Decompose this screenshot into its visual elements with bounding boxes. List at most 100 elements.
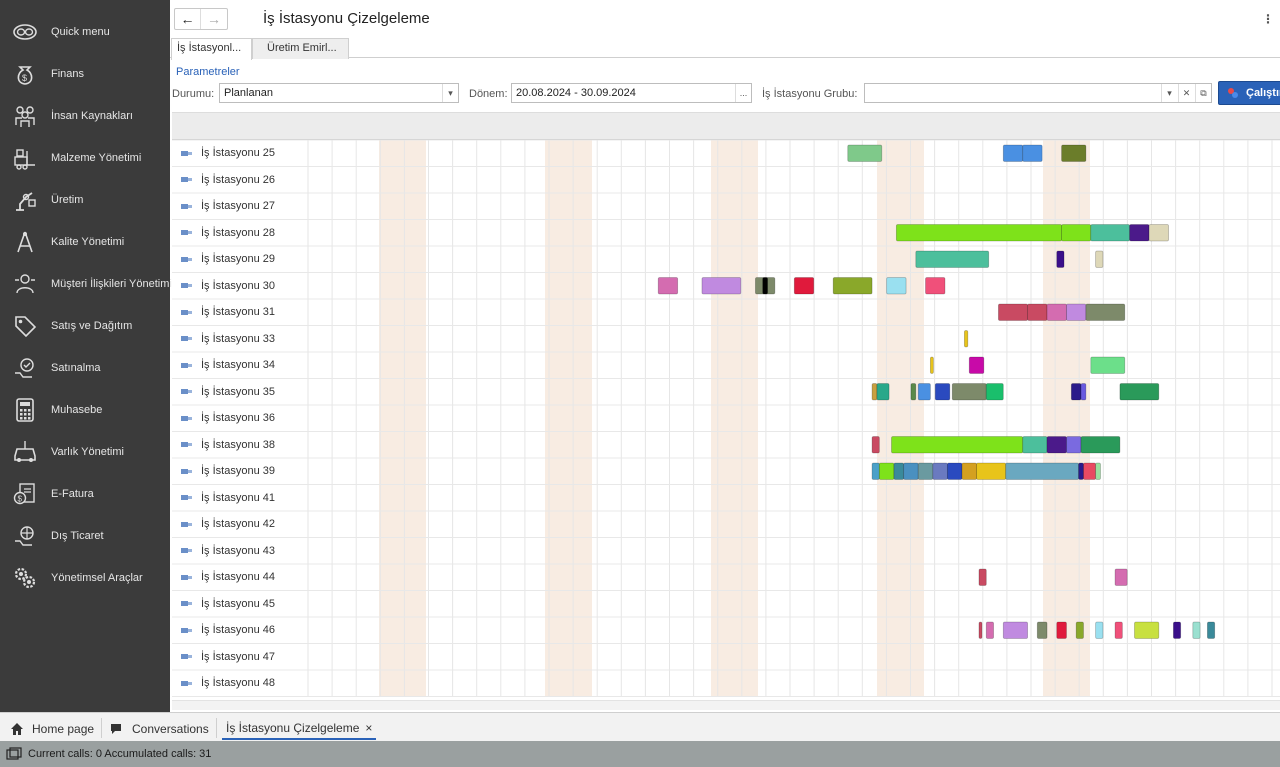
gantt-task-bar[interactable]	[1095, 250, 1104, 268]
sidebar-item-forklift[interactable]: Malzeme Yönetimi	[0, 137, 170, 179]
gantt-task-bar[interactable]	[1080, 436, 1121, 454]
sidebar-item-globe-hand[interactable]: Dış Ticaret	[0, 515, 170, 557]
gantt-task-bar[interactable]	[968, 356, 985, 374]
period-picker-button[interactable]: ...	[735, 84, 751, 102]
sidebar-item-purchase[interactable]: Satınalma	[0, 347, 170, 389]
gantt-task-bar[interactable]	[1090, 356, 1126, 374]
close-icon[interactable]: ×	[365, 721, 372, 735]
sidebar-item-compass[interactable]: Kalite Yönetimi	[0, 221, 170, 263]
gantt-task-bar[interactable]	[932, 462, 948, 480]
gantt-task-bar[interactable]	[1095, 462, 1101, 480]
gantt-task-bar[interactable]	[1172, 621, 1182, 639]
gantt-task-bar[interactable]	[871, 462, 880, 480]
gantt-task-bar[interactable]	[1080, 383, 1087, 401]
gantt-task-bar[interactable]	[1192, 621, 1201, 639]
gantt-task-bar[interactable]	[951, 383, 987, 401]
gantt-task-bar[interactable]	[915, 250, 990, 268]
sidebar-item-gears[interactable]: Yönetimsel Araçlar	[0, 557, 170, 599]
home-tab[interactable]: Home page	[10, 718, 94, 740]
gantt-task-bar[interactable]	[1036, 621, 1048, 639]
gantt-task-bar[interactable]	[1090, 224, 1131, 242]
gantt-task-bar[interactable]	[847, 144, 883, 162]
period-field[interactable]: 20.08.2024 - 30.09.2024 ...	[511, 83, 752, 103]
gantt-task-bar[interactable]	[964, 330, 969, 348]
sidebar-item-invoice[interactable]: $ E-Fatura	[0, 473, 170, 515]
conversations-tab[interactable]: Conversations	[110, 718, 209, 740]
gantt-task-bar[interactable]	[910, 383, 917, 401]
gantt-task-bar[interactable]	[946, 462, 963, 480]
gantt-task-bar[interactable]	[891, 436, 1024, 454]
gantt-task-bar[interactable]	[917, 462, 934, 480]
gantt-task-bar[interactable]	[976, 462, 1007, 480]
gantt-task-bar[interactable]	[878, 462, 895, 480]
gantt-task-bar[interactable]	[1134, 621, 1160, 639]
gantt-task-bar[interactable]	[1119, 383, 1160, 401]
gantt-task-bar[interactable]	[929, 356, 934, 374]
gantt-task-bar[interactable]	[893, 462, 905, 480]
gantt-task-bar[interactable]	[1114, 568, 1128, 586]
forward-button[interactable]: →	[201, 9, 227, 29]
gantt-task-bar[interactable]	[871, 383, 878, 401]
gantt-task-bar[interactable]	[1061, 144, 1087, 162]
gantt-task-bar[interactable]	[978, 568, 987, 586]
gantt-task-bar[interactable]	[1114, 621, 1123, 639]
gantt-task-bar[interactable]	[1066, 303, 1087, 321]
lookup-icon[interactable]: ⧉	[1195, 84, 1211, 102]
gantt-task-bar[interactable]	[1056, 621, 1067, 639]
gantt-task-bar[interactable]	[903, 462, 919, 480]
more-options-icon[interactable]: ⋮	[1262, 12, 1274, 26]
active-page-tab[interactable]: İş İstasyonu Çizelgeleme ×	[222, 718, 377, 740]
gantt-task-bar[interactable]	[1070, 383, 1082, 401]
gantt-task-bar[interactable]	[1095, 621, 1104, 639]
gantt-task-bar[interactable]	[1078, 462, 1084, 480]
group-field[interactable]: ▾ ✕ ⧉	[864, 83, 1212, 103]
gantt-task-bar[interactable]	[876, 383, 890, 401]
gantt-task-bar[interactable]	[998, 303, 1028, 321]
gantt-task-bar[interactable]	[1005, 462, 1080, 480]
clear-icon[interactable]: ✕	[1178, 84, 1194, 102]
tab-production-orders[interactable]: Üretim Emirl...	[252, 38, 349, 59]
gantt-task-bar[interactable]	[1083, 462, 1097, 480]
gantt-task-bar[interactable]	[657, 277, 679, 295]
gantt-task-bar[interactable]	[762, 277, 768, 295]
gantt-task-bar[interactable]	[978, 621, 983, 639]
gantt-task-bar[interactable]	[1022, 144, 1043, 162]
gantt-task-bar[interactable]	[1046, 436, 1067, 454]
gantt-task-bar[interactable]	[871, 436, 880, 454]
gantt-task-bar[interactable]	[1027, 303, 1048, 321]
gantt-task-bar[interactable]	[1085, 303, 1126, 321]
sidebar-item-tag[interactable]: Satış ve Dağıtım	[0, 305, 170, 347]
gantt-task-bar[interactable]	[1207, 621, 1216, 639]
gantt-task-bar[interactable]	[793, 277, 815, 295]
gantt-task-bar[interactable]	[934, 383, 951, 401]
gantt-task-bar[interactable]	[1002, 621, 1028, 639]
sidebar-item-robot-arm[interactable]: Üretim	[0, 179, 170, 221]
gantt-task-bar[interactable]	[985, 621, 994, 639]
sidebar-item-quick-menu[interactable]: Quick menu	[0, 11, 170, 53]
gantt-task-bar[interactable]	[1129, 224, 1150, 242]
gantt-task-bar[interactable]	[985, 383, 1004, 401]
gantt-task-bar[interactable]	[1056, 250, 1065, 268]
gantt-task-bar[interactable]	[1066, 436, 1082, 454]
sidebar-item-people[interactable]: İnsan Kaynakları	[0, 95, 170, 137]
gantt-task-bar[interactable]	[895, 224, 1062, 242]
gantt-task-bar[interactable]	[1061, 224, 1092, 242]
parameters-link[interactable]: Parametreler	[176, 66, 240, 78]
horizontal-scrollbar[interactable]	[172, 700, 1280, 710]
sidebar-item-car[interactable]: Varlık Yönetimi	[0, 431, 170, 473]
gantt-task-bar[interactable]	[925, 277, 946, 295]
sidebar-item-customer[interactable]: Müşteri İlişkileri Yönetimi	[0, 263, 172, 305]
gantt-task-bar[interactable]	[1022, 436, 1048, 454]
tab-workstation[interactable]: İş İstasyonl...	[171, 38, 252, 60]
status-select[interactable]: Planlanan ▾	[219, 83, 459, 103]
gantt-task-bar[interactable]	[886, 277, 907, 295]
gantt-task-bar[interactable]	[701, 277, 742, 295]
gantt-task-bar[interactable]	[917, 383, 931, 401]
gantt-task-bar[interactable]	[1046, 303, 1067, 321]
gantt-task-bar[interactable]	[1075, 621, 1084, 639]
gantt-task-bar[interactable]	[1002, 144, 1024, 162]
sidebar-item-calculator[interactable]: Muhasebe	[0, 389, 170, 431]
sidebar-item-money-bag[interactable]: $ Finans	[0, 53, 170, 95]
back-button[interactable]: ←	[175, 9, 201, 29]
gantt-task-bar[interactable]	[1148, 224, 1169, 242]
